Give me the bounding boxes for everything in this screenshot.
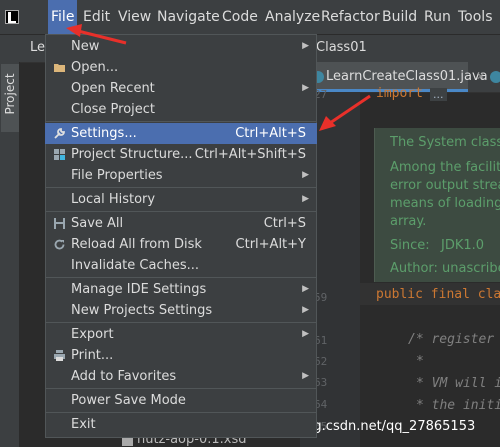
menu-item-label: Open Recent [71,81,155,96]
doc-since-value: JDK1.0 [441,238,485,253]
menu-item-export[interactable]: Export ▶ [45,324,317,345]
code-comment: * VM will i [416,376,500,391]
menu-item-open-recent[interactable]: Open Recent ▶ [45,78,317,99]
menu-item-local-history[interactable]: Local History ▶ [45,189,317,210]
menu-item-label: New [71,39,100,54]
intellij-logo-icon [5,10,19,24]
menu-item-label: Manage IDE Settings [71,282,207,297]
code-comment: /* register [408,332,495,347]
doc-line: means of loading [390,196,500,211]
menu-item-label: Exit [71,417,96,432]
submenu-arrow-icon: ▶ [302,41,309,51]
menu-analyze[interactable]: Analyze [262,0,323,34]
menu-build[interactable]: Build [379,0,420,34]
submenu-arrow-icon: ▶ [302,170,309,180]
menu-item-shortcut: Ctrl+S [263,216,306,231]
menu-file[interactable]: File [48,0,78,34]
menu-item-label: Settings... [71,126,137,141]
menu-item-label: Open... [71,60,119,75]
doc-line: Among the faciliti [390,160,500,175]
submenu-arrow-icon: ▶ [302,284,309,294]
tab-close-icon[interactable]: ✕ [476,62,485,90]
menu-item-reload-all[interactable]: Reload All from Disk Ctrl+Alt+Y [45,234,317,255]
java-class-icon[interactable] [490,71,500,83]
reload-icon [54,239,65,250]
code-import-keyword: import [376,86,423,101]
print-icon [54,350,65,361]
menu-item-label: Local History [71,192,156,207]
menu-item-label: New Projects Settings [71,303,213,318]
menu-item-label: Project Structure... [71,147,193,162]
menu-item-new-projects-settings[interactable]: New Projects Settings ▶ [45,300,317,321]
menu-item-exit[interactable]: Exit [45,414,317,435]
menu-item-close-project[interactable]: Close Project [45,99,317,120]
doc-line: array. [390,214,427,229]
menu-item-open[interactable]: Open... [45,57,317,78]
submenu-arrow-icon: ▶ [302,371,309,381]
menu-edit[interactable]: Edit [80,0,113,34]
menu-run[interactable]: Run [421,0,454,34]
menu-item-print[interactable]: Print... [45,345,317,366]
project-tool-label: Project [3,73,17,115]
doc-line: error output strea [390,178,500,193]
code-comment: * the initi [416,398,500,413]
doc-author: Author: unascribe [390,261,500,276]
submenu-arrow-icon: ▶ [302,329,309,339]
menu-item-label: Save All [71,216,124,231]
wrench-icon [54,128,65,139]
menu-item-manage-ide-settings[interactable]: Manage IDE Settings ▶ [45,279,317,300]
menu-item-add-to-favorites[interactable]: Add to Favorites ▶ [45,366,317,387]
menu-separator [46,121,316,122]
menu-separator [46,322,316,323]
code-fold-placeholder[interactable]: ... [430,88,447,101]
menu-refactor[interactable]: Refactor [318,0,383,34]
menu-item-label: Reload All from Disk [71,237,202,252]
menu-separator [46,277,316,278]
menu-navigate[interactable]: Navigate [154,0,223,34]
menu-tools[interactable]: Tools [455,0,496,34]
doc-since-label: Since: [390,238,430,253]
menu-separator [46,211,316,212]
project-structure-icon [54,149,65,160]
code-class-declaration: public final cla [376,287,500,302]
menu-item-shortcut: Ctrl+Alt+Y [235,237,306,252]
menu-view[interactable]: View [115,0,154,34]
menu-item-label: Power Save Mode [71,393,186,408]
submenu-arrow-icon: ▶ [302,83,309,93]
menu-item-invalidate-caches[interactable]: Invalidate Caches... [45,255,317,276]
menu-item-new[interactable]: New ▶ [45,36,317,57]
menu-item-power-save-mode[interactable]: Power Save Mode [45,390,317,411]
menu-item-save-all[interactable]: Save All Ctrl+S [45,213,317,234]
code-comment: * [416,354,424,369]
menu-item-shortcut: Ctrl+Alt+S [235,126,306,141]
menu-item-label: File Properties [71,168,163,183]
menu-separator [46,412,316,413]
menu-item-file-properties[interactable]: File Properties ▶ [45,165,317,186]
menu-separator [46,187,316,188]
doc-line: The System class [390,135,500,150]
menu-separator [46,388,316,389]
menu-item-settings[interactable]: Settings... Ctrl+Alt+S [45,123,317,144]
submenu-arrow-icon: ▶ [302,194,309,204]
menu-item-label: Close Project [71,102,156,117]
breadcrumb-class[interactable]: Class01 [316,34,367,62]
menu-item-label: Invalidate Caches... [71,258,200,273]
menu-code[interactable]: Code [219,0,261,34]
menu-item-project-structure[interactable]: Project Structure... Ctrl+Alt+Shift+S [45,144,317,165]
submenu-arrow-icon: ▶ [302,305,309,315]
menu-item-shortcut: Ctrl+Alt+Shift+S [194,147,306,162]
menu-item-label: Add to Favorites [71,369,177,384]
menu-item-label: Print... [71,348,114,363]
folder-icon [54,64,65,72]
save-icon [54,218,65,229]
menu-item-label: Export [71,327,114,342]
